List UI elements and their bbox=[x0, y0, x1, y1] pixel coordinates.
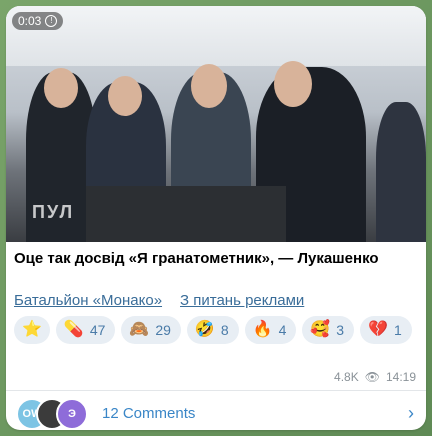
fire-icon: 🔥 bbox=[252, 321, 273, 338]
love-face-icon: 🥰 bbox=[310, 321, 331, 338]
reaction-count: 47 bbox=[89, 322, 106, 338]
video-duration: 0:03 ! bbox=[12, 12, 64, 30]
video-figure-head bbox=[191, 64, 227, 108]
post-caption: Оце так досвід «Я гранатометник», — Лука… bbox=[14, 250, 379, 267]
post-links: Батальйон «Монако» З питань реклами bbox=[14, 292, 304, 309]
monkey-icon: 🙈 bbox=[129, 321, 150, 338]
reaction-heart[interactable]: 💔 1 bbox=[360, 316, 412, 344]
reaction-count: 4 bbox=[278, 322, 287, 338]
reaction-count: 3 bbox=[336, 322, 345, 338]
reaction-count: 8 bbox=[220, 322, 229, 338]
video-preview[interactable]: 0:03 ! ПУЛ bbox=[6, 6, 426, 242]
video-figure bbox=[376, 102, 426, 242]
pill-icon: 💊 bbox=[63, 321, 84, 338]
view-count: 4.8K bbox=[334, 370, 359, 384]
reaction-pill[interactable]: 💊 47 bbox=[55, 316, 116, 344]
message-bubble[interactable]: 0:03 ! ПУЛ Оце так досвід «Я гранатометн… bbox=[6, 6, 426, 430]
link-ads[interactable]: З питань реклами bbox=[180, 292, 304, 309]
comments-button[interactable]: OW Э 12 Comments › bbox=[6, 396, 426, 430]
reaction-count: 1 bbox=[394, 322, 402, 338]
duration-text: 0:03 bbox=[18, 14, 42, 28]
reaction-count: 29 bbox=[155, 322, 171, 338]
heart-icon: 💔 bbox=[368, 321, 388, 338]
reaction-fire[interactable]: 🔥 4 bbox=[244, 316, 297, 344]
divider bbox=[6, 390, 426, 391]
reaction-face[interactable]: 🤣 8 bbox=[186, 316, 239, 344]
message-time: 14:19 bbox=[385, 370, 416, 384]
video-figure-head bbox=[108, 76, 142, 116]
avatar: Э bbox=[56, 398, 88, 430]
link-battalion[interactable]: Батальйон «Монако» bbox=[14, 292, 162, 309]
reaction-star[interactable]: ⭐ bbox=[14, 316, 50, 344]
video-figure-head bbox=[44, 68, 78, 108]
info-icon: ! bbox=[45, 15, 58, 27]
video-watermark: ПУЛ bbox=[32, 202, 75, 222]
reactions-bar: ⭐ 💊 47 🙈 29 🤣 8 🔥 4 🥰 3 💔 1 bbox=[14, 316, 418, 344]
reaction-love-face[interactable]: 🥰 3 bbox=[302, 316, 355, 344]
reaction-monkey[interactable]: 🙈 29 bbox=[121, 316, 181, 344]
commenter-avatars: OW Э bbox=[16, 398, 94, 430]
video-ceiling bbox=[6, 6, 426, 66]
eye-icon: 👁 bbox=[364, 370, 380, 384]
chevron-right-icon: › bbox=[408, 402, 414, 423]
video-table bbox=[86, 186, 286, 242]
face-icon: 🤣 bbox=[194, 321, 215, 338]
star-icon: ⭐ bbox=[22, 321, 42, 338]
message-meta: 4.8K 👁 14:19 bbox=[334, 370, 416, 384]
video-figure-head bbox=[274, 61, 312, 107]
comments-label: 12 Comments bbox=[102, 404, 196, 422]
